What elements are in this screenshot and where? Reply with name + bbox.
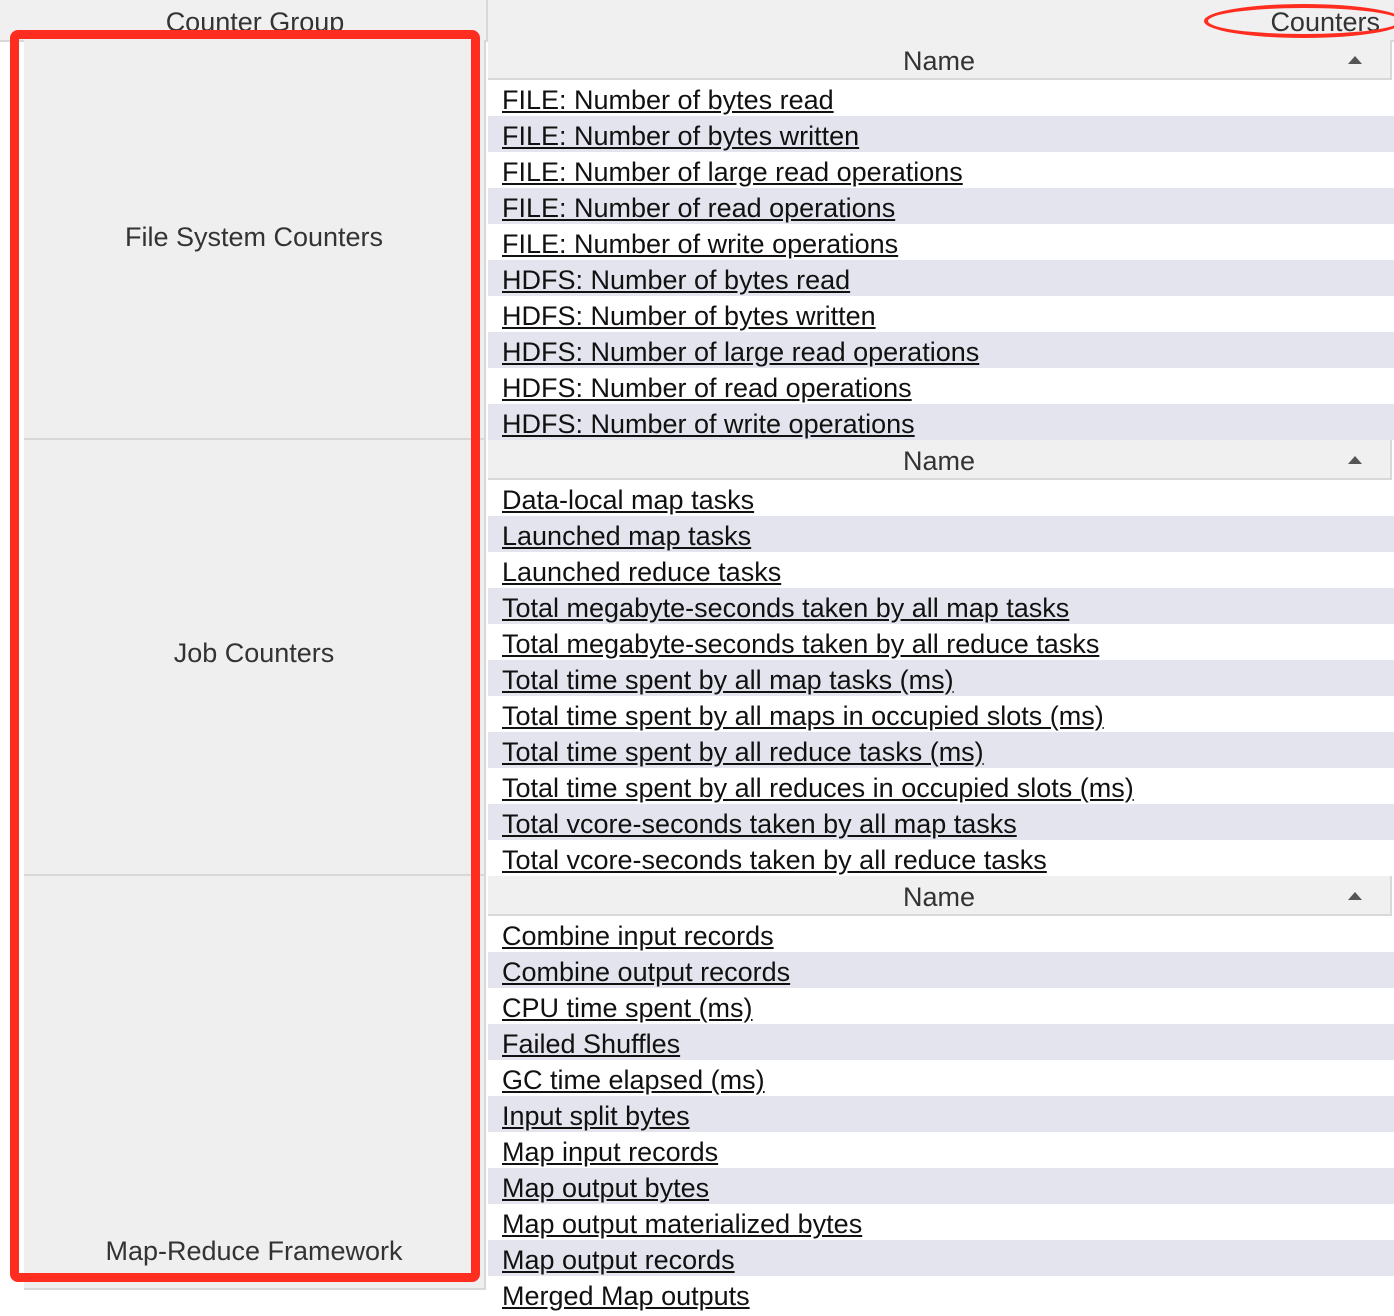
name-column-header-label: Name bbox=[902, 446, 976, 476]
counter-group-cell: Map-Reduce Framework bbox=[24, 876, 486, 1290]
table-row: Total time spent by all reduces in occup… bbox=[488, 768, 1394, 804]
counter-link[interactable]: HDFS: Number of read operations bbox=[502, 368, 912, 408]
table-row: Total time spent by all map tasks (ms) bbox=[488, 660, 1394, 696]
counter-link[interactable]: Total megabyte-seconds taken by all redu… bbox=[502, 624, 1099, 664]
counter-link[interactable]: Total time spent by all map tasks (ms) bbox=[502, 660, 954, 700]
counter-link[interactable]: Input split bytes bbox=[502, 1096, 690, 1136]
table-row: FILE: Number of bytes read bbox=[488, 80, 1394, 116]
counter-link[interactable]: Total megabyte-seconds taken by all map … bbox=[502, 588, 1069, 628]
counter-link[interactable]: Map output bytes bbox=[502, 1168, 709, 1208]
name-column-header-label: Name bbox=[902, 46, 976, 76]
name-column-header[interactable]: Name bbox=[488, 40, 1392, 80]
table-row: HDFS: Number of write operations bbox=[488, 404, 1394, 440]
table-row: Map output bytes bbox=[488, 1168, 1394, 1204]
table-row: GC time elapsed (ms) bbox=[488, 1060, 1394, 1096]
counter-link[interactable]: HDFS: Number of write operations bbox=[502, 404, 915, 444]
table-row: Map output records bbox=[488, 1240, 1394, 1276]
counter-group-label: File System Counters bbox=[124, 222, 384, 252]
table-row: Combine input records bbox=[488, 916, 1394, 952]
counter-link[interactable]: Launched map tasks bbox=[502, 516, 751, 556]
counter-link[interactable]: Map input records bbox=[502, 1132, 718, 1172]
counter-link[interactable]: Total vcore-seconds taken by all reduce … bbox=[502, 840, 1047, 880]
table-row: Total time spent by all reduce tasks (ms… bbox=[488, 732, 1394, 768]
table-row: Failed Shuffles bbox=[488, 1024, 1394, 1060]
table-row: Map output materialized bytes bbox=[488, 1204, 1394, 1240]
table-row: FILE: Number of large read operations bbox=[488, 152, 1394, 188]
counters-subtable: Name Data-local map tasks Launched map tas… bbox=[488, 440, 1394, 876]
name-column-header[interactable]: Name bbox=[488, 440, 1392, 480]
counter-link[interactable]: Total time spent by all reduces in occup… bbox=[502, 768, 1134, 808]
counters-subtable: Name Combine input records Combine output … bbox=[488, 876, 1394, 1312]
counter-group-cell: Job Counters bbox=[24, 440, 486, 876]
column-header-counter-group[interactable]: Counter Group bbox=[24, 0, 488, 40]
counter-link[interactable]: FILE: Number of large read operations bbox=[502, 152, 963, 192]
counter-link[interactable]: Map output records bbox=[502, 1240, 735, 1280]
sort-ascending-icon[interactable] bbox=[1348, 56, 1362, 64]
counter-group-cell: File System Counters bbox=[24, 40, 486, 440]
table-row: Launched map tasks bbox=[488, 516, 1394, 552]
table-header-row: Counter Group Counters bbox=[0, 0, 1394, 42]
column-header-counters[interactable]: Counters bbox=[1270, 0, 1380, 40]
table-row: Total vcore-seconds taken by all map tas… bbox=[488, 804, 1394, 840]
table-row: FILE: Number of read operations bbox=[488, 188, 1394, 224]
counter-link[interactable]: FILE: Number of bytes read bbox=[502, 80, 834, 120]
counter-link[interactable]: Data-local map tasks bbox=[502, 480, 754, 520]
sort-ascending-icon[interactable] bbox=[1348, 892, 1362, 900]
counter-link[interactable]: Combine output records bbox=[502, 952, 790, 992]
counter-link[interactable]: GC time elapsed (ms) bbox=[502, 1060, 765, 1100]
counter-link[interactable]: Total time spent by all reduce tasks (ms… bbox=[502, 732, 984, 772]
counter-group-label: Map-Reduce Framework bbox=[105, 1236, 403, 1266]
table-row: HDFS: Number of read operations bbox=[488, 368, 1394, 404]
table-row: FILE: Number of bytes written bbox=[488, 116, 1394, 152]
table-row: HDFS: Number of large read operations bbox=[488, 332, 1394, 368]
table-row: Total megabyte-seconds taken by all redu… bbox=[488, 624, 1394, 660]
name-column-header-label: Name bbox=[902, 882, 976, 912]
table-row: FILE: Number of write operations bbox=[488, 224, 1394, 260]
table-row: CPU time spent (ms) bbox=[488, 988, 1394, 1024]
table-row: HDFS: Number of bytes read bbox=[488, 260, 1394, 296]
counter-link[interactable]: HDFS: Number of bytes written bbox=[502, 296, 876, 336]
table-row: Map input records bbox=[488, 1132, 1394, 1168]
table-row: Launched reduce tasks bbox=[488, 552, 1394, 588]
counter-link[interactable]: Failed Shuffles bbox=[502, 1024, 680, 1064]
counter-link[interactable]: Combine input records bbox=[502, 916, 774, 956]
counter-link[interactable]: Launched reduce tasks bbox=[502, 552, 781, 592]
counter-link[interactable]: Total vcore-seconds taken by all map tas… bbox=[502, 804, 1017, 844]
counter-link[interactable]: FILE: Number of read operations bbox=[502, 188, 895, 228]
counter-group-label: Job Counters bbox=[173, 638, 335, 668]
table-row: Merged Map outputs bbox=[488, 1276, 1394, 1312]
table-row: Combine output records bbox=[488, 952, 1394, 988]
table-row: Total megabyte-seconds taken by all map … bbox=[488, 588, 1394, 624]
table-row: Data-local map tasks bbox=[488, 480, 1394, 516]
counter-link[interactable]: FILE: Number of bytes written bbox=[502, 116, 859, 156]
counter-link[interactable]: Map output materialized bytes bbox=[502, 1204, 862, 1244]
counters-subtable: Name FILE: Number of bytes read FILE: Numb… bbox=[488, 40, 1394, 440]
counter-link[interactable]: Total time spent by all maps in occupied… bbox=[502, 696, 1104, 736]
counter-link[interactable]: HDFS: Number of bytes read bbox=[502, 260, 850, 300]
counter-link[interactable]: Merged Map outputs bbox=[502, 1276, 750, 1316]
table-row: Total vcore-seconds taken by all reduce … bbox=[488, 840, 1394, 876]
counter-link[interactable]: FILE: Number of write operations bbox=[502, 224, 898, 264]
table-row: HDFS: Number of bytes written bbox=[488, 296, 1394, 332]
name-column-header[interactable]: Name bbox=[488, 876, 1392, 916]
table-row: Input split bytes bbox=[488, 1096, 1394, 1132]
sort-ascending-icon[interactable] bbox=[1348, 456, 1362, 464]
counter-link[interactable]: CPU time spent (ms) bbox=[502, 988, 753, 1028]
counter-link[interactable]: HDFS: Number of large read operations bbox=[502, 332, 979, 372]
table-row: Total time spent by all maps in occupied… bbox=[488, 696, 1394, 732]
